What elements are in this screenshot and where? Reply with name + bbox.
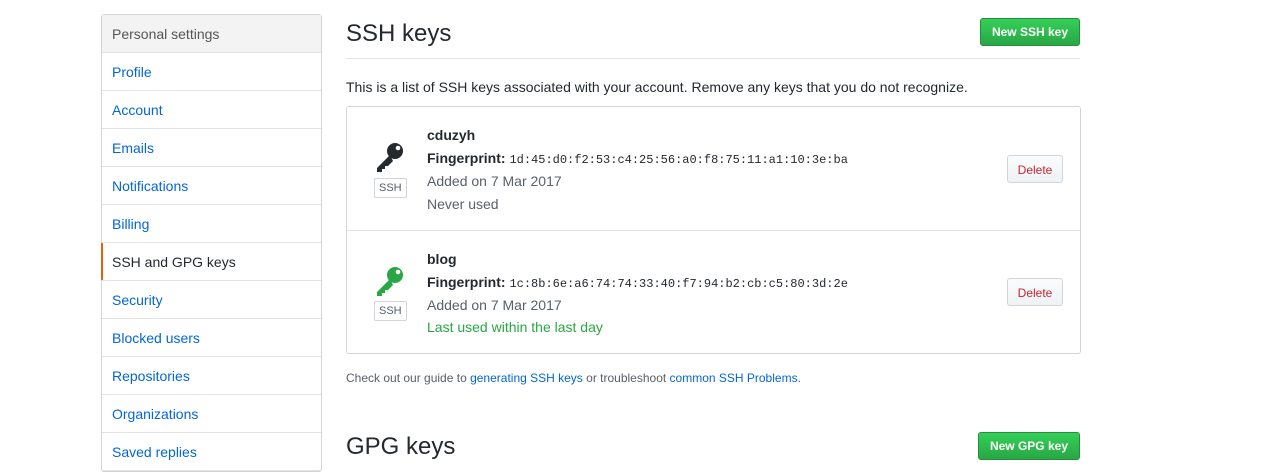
new-ssh-key-button[interactable]: New SSH key [979,18,1080,46]
key-fingerprint: Fingerprint: 1d:45:d0:f2:53:c4:25:56:a0:… [427,150,848,167]
ssh-key-row: SSH cduzyh Fingerprint: 1d:45:d0:f2:53:c… [347,107,1080,230]
ssh-keys-list: SSH cduzyh Fingerprint: 1d:45:d0:f2:53:c… [346,106,1081,354]
ssh-keys-header: SSH keys New SSH key [346,16,1080,60]
sidebar-item-profile[interactable]: Profile [102,53,321,91]
settings-sidebar: Personal settings Profile Account Emails… [101,14,322,472]
guide-middle: or troubleshoot [582,371,670,385]
key-icon [377,143,403,172]
ssh-header-divider [346,58,1080,59]
guide-prefix: Check out our guide to [346,371,471,385]
fingerprint-value: 1d:45:d0:f2:53:c4:25:56:a0:f8:75:11:a1:1… [509,153,848,167]
ssh-intro-text: This is a list of SSH keys associated wi… [346,79,968,95]
sidebar-item-billing[interactable]: Billing [102,205,321,243]
key-added-date: Added on 7 Mar 2017 [427,297,562,313]
key-last-used: Last used within the last day [427,319,603,335]
ssh-key-row: SSH blog Fingerprint: 1c:8b:6e:a6:74:74:… [347,230,1080,354]
sidebar-item-security[interactable]: Security [102,281,321,319]
fingerprint-value: 1c:8b:6e:a6:74:74:33:40:f7:94:b2:cb:c5:8… [509,277,848,291]
gpg-keys-header: GPG keys New GPG key [346,429,1080,473]
sidebar-item-ssh-gpg-keys[interactable]: SSH and GPG keys [101,243,321,281]
fingerprint-label: Fingerprint: [427,150,506,166]
common-ssh-problems-link[interactable]: common SSH Problems [670,371,798,385]
sidebar-header: Personal settings [102,15,321,53]
key-fingerprint: Fingerprint: 1c:8b:6e:a6:74:74:33:40:f7:… [427,274,848,291]
sidebar-item-notifications[interactable]: Notifications [102,167,321,205]
gpg-keys-title: GPG keys [346,433,456,460]
sidebar-item-account[interactable]: Account [102,91,321,129]
key-title: blog [427,251,457,267]
ssh-badge: SSH [374,301,407,321]
fingerprint-label: Fingerprint: [427,274,506,290]
ssh-keys-title: SSH keys [346,20,452,47]
generating-ssh-keys-link[interactable]: generating SSH keys [470,371,583,385]
key-title: cduzyh [427,127,476,143]
sidebar-item-emails[interactable]: Emails [102,129,321,167]
delete-key-button[interactable]: Delete [1007,278,1063,306]
sidebar-item-organizations[interactable]: Organizations [102,395,321,433]
delete-key-button[interactable]: Delete [1007,155,1063,183]
ssh-guide-text: Check out our guide to generating SSH ke… [346,371,801,385]
sidebar-item-blocked-users[interactable]: Blocked users [102,319,321,357]
new-gpg-key-button[interactable]: New GPG key [977,432,1080,460]
sidebar-item-repositories[interactable]: Repositories [102,357,321,395]
sidebar-item-saved-replies[interactable]: Saved replies [102,433,321,471]
key-added-date: Added on 7 Mar 2017 [427,173,562,189]
guide-suffix: . [797,371,801,385]
ssh-badge: SSH [374,178,407,198]
key-last-used: Never used [427,196,499,212]
key-icon [377,267,403,296]
